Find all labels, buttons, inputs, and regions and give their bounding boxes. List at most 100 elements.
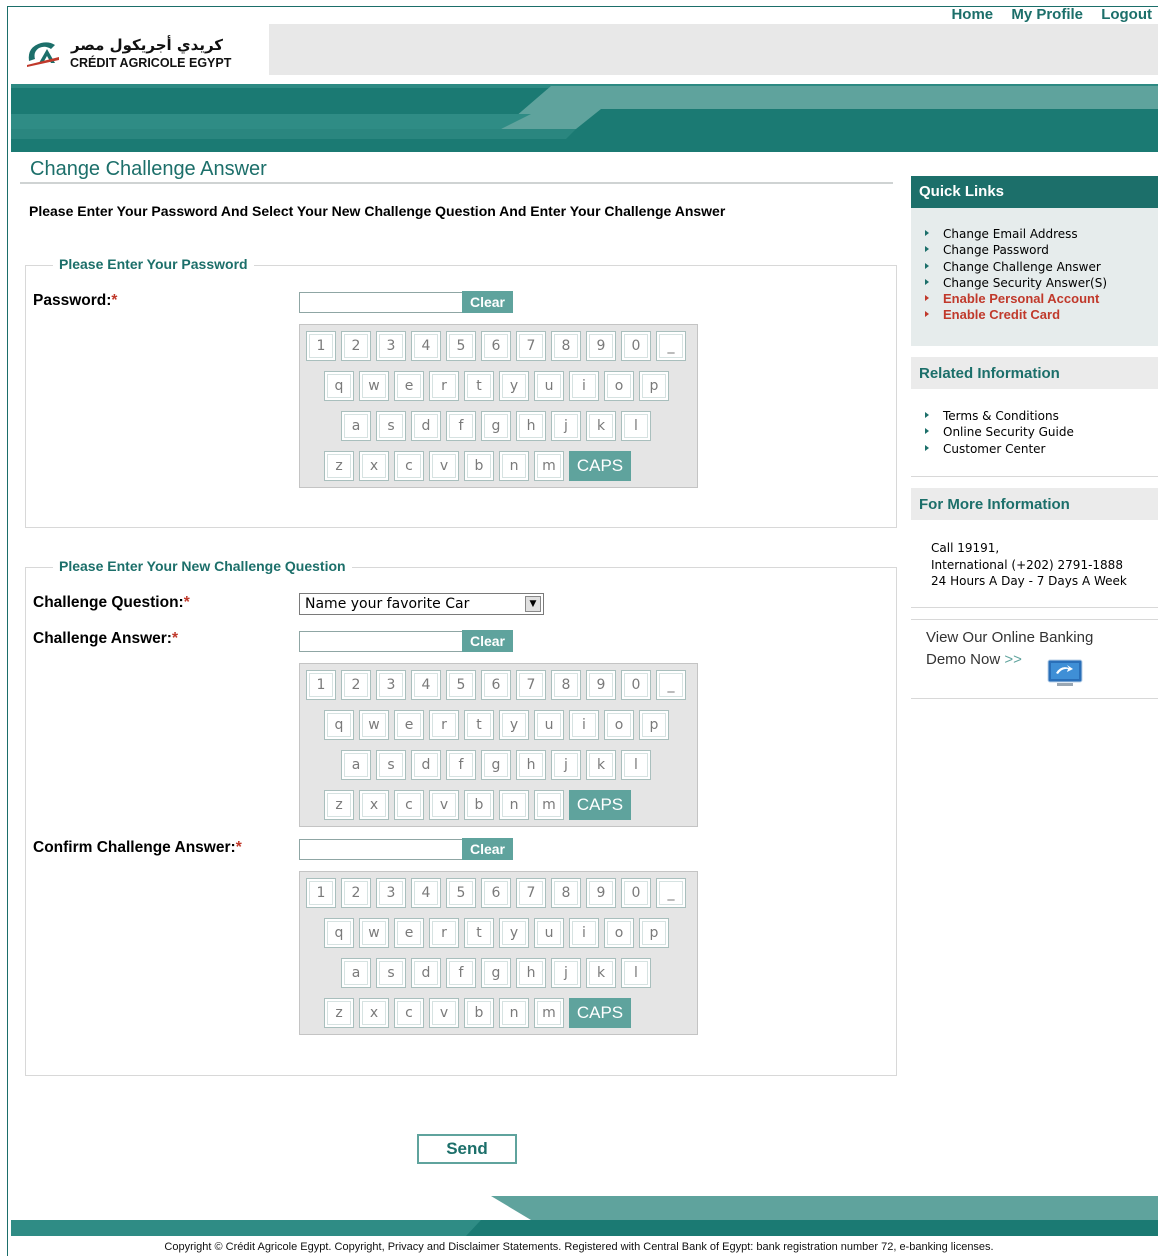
- quick-link-item[interactable]: Change Security Answer(S): [925, 275, 1107, 291]
- demo-panel[interactable]: View Our Online Banking Demo Now >>: [911, 619, 1158, 699]
- key-e[interactable]: e: [394, 710, 424, 740]
- key-6[interactable]: 6: [481, 331, 511, 361]
- key-j[interactable]: j: [551, 750, 581, 780]
- my-profile-link[interactable]: My Profile: [1011, 6, 1083, 23]
- home-link[interactable]: Home: [951, 6, 993, 23]
- key-t[interactable]: t: [464, 371, 494, 401]
- key-x[interactable]: x: [359, 451, 389, 481]
- key-k[interactable]: k: [586, 411, 616, 441]
- key-o[interactable]: o: [604, 710, 634, 740]
- key-1[interactable]: 1: [306, 331, 336, 361]
- key-6[interactable]: 6: [481, 878, 511, 908]
- key-h[interactable]: h: [516, 750, 546, 780]
- key-3[interactable]: 3: [376, 331, 406, 361]
- key-v[interactable]: v: [429, 998, 459, 1028]
- key-5[interactable]: 5: [446, 331, 476, 361]
- key-w[interactable]: w: [359, 918, 389, 948]
- key-q[interactable]: q: [324, 371, 354, 401]
- key-x[interactable]: x: [359, 998, 389, 1028]
- key-t[interactable]: t: [464, 710, 494, 740]
- send-button[interactable]: Send: [417, 1134, 517, 1164]
- key-0[interactable]: 0: [621, 670, 651, 700]
- key-1[interactable]: 1: [306, 878, 336, 908]
- key-v[interactable]: v: [429, 790, 459, 820]
- key-u[interactable]: u: [534, 371, 564, 401]
- key-4[interactable]: 4: [411, 670, 441, 700]
- key-8[interactable]: 8: [551, 670, 581, 700]
- key-g[interactable]: g: [481, 411, 511, 441]
- key-1[interactable]: 1: [306, 670, 336, 700]
- key-9[interactable]: 9: [586, 331, 616, 361]
- key-i[interactable]: i: [569, 710, 599, 740]
- key-0[interactable]: 0: [621, 878, 651, 908]
- key-z[interactable]: z: [324, 451, 354, 481]
- key-f[interactable]: f: [446, 958, 476, 988]
- key-7[interactable]: 7: [516, 878, 546, 908]
- key-u[interactable]: u: [534, 918, 564, 948]
- key-b[interactable]: b: [464, 998, 494, 1028]
- related-info-item[interactable]: Online Security Guide: [925, 424, 1074, 440]
- key-9[interactable]: 9: [586, 670, 616, 700]
- key-h[interactable]: h: [516, 958, 546, 988]
- key-s[interactable]: s: [376, 958, 406, 988]
- key-x[interactable]: x: [359, 790, 389, 820]
- key-f[interactable]: f: [446, 411, 476, 441]
- key-c[interactable]: c: [394, 451, 424, 481]
- key-underscore[interactable]: _: [656, 670, 686, 700]
- key-7[interactable]: 7: [516, 670, 546, 700]
- key-j[interactable]: j: [551, 958, 581, 988]
- key-5[interactable]: 5: [446, 878, 476, 908]
- key-d[interactable]: d: [411, 958, 441, 988]
- challenge-answer-input[interactable]: [299, 631, 464, 652]
- key-4[interactable]: 4: [411, 878, 441, 908]
- key-2[interactable]: 2: [341, 878, 371, 908]
- key-r[interactable]: r: [429, 710, 459, 740]
- key-3[interactable]: 3: [376, 670, 406, 700]
- key-d[interactable]: d: [411, 750, 441, 780]
- key-k[interactable]: k: [586, 958, 616, 988]
- key-l[interactable]: l: [621, 750, 651, 780]
- quick-link-item[interactable]: Enable Credit Card: [925, 307, 1107, 323]
- password-input[interactable]: [299, 292, 464, 313]
- key-i[interactable]: i: [569, 918, 599, 948]
- key-n[interactable]: n: [499, 790, 529, 820]
- key-f[interactable]: f: [446, 750, 476, 780]
- challenge-question-select[interactable]: Name your favorite Car ▼: [299, 593, 544, 615]
- confirm-answer-clear-button[interactable]: Clear: [462, 838, 513, 860]
- key-u[interactable]: u: [534, 710, 564, 740]
- key-e[interactable]: e: [394, 371, 424, 401]
- key-m[interactable]: m: [534, 790, 564, 820]
- key-4[interactable]: 4: [411, 331, 441, 361]
- key-d[interactable]: d: [411, 411, 441, 441]
- key-q[interactable]: q: [324, 710, 354, 740]
- key-a[interactable]: a: [341, 958, 371, 988]
- caps-key[interactable]: CAPS: [569, 998, 631, 1028]
- key-r[interactable]: r: [429, 918, 459, 948]
- key-r[interactable]: r: [429, 371, 459, 401]
- key-p[interactable]: p: [639, 371, 669, 401]
- key-i[interactable]: i: [569, 371, 599, 401]
- password-clear-button[interactable]: Clear: [462, 291, 513, 313]
- key-o[interactable]: o: [604, 371, 634, 401]
- challenge-answer-clear-button[interactable]: Clear: [462, 630, 513, 652]
- key-n[interactable]: n: [499, 451, 529, 481]
- key-q[interactable]: q: [324, 918, 354, 948]
- key-2[interactable]: 2: [341, 331, 371, 361]
- key-g[interactable]: g: [481, 750, 511, 780]
- key-l[interactable]: l: [621, 411, 651, 441]
- quick-link-item[interactable]: Change Challenge Answer: [925, 259, 1107, 275]
- confirm-answer-input[interactable]: [299, 839, 464, 860]
- key-y[interactable]: y: [499, 710, 529, 740]
- key-underscore[interactable]: _: [656, 878, 686, 908]
- key-h[interactable]: h: [516, 411, 546, 441]
- quick-link-item[interactable]: Enable Personal Account: [925, 291, 1107, 307]
- key-w[interactable]: w: [359, 371, 389, 401]
- key-m[interactable]: m: [534, 998, 564, 1028]
- key-5[interactable]: 5: [446, 670, 476, 700]
- key-p[interactable]: p: [639, 710, 669, 740]
- key-g[interactable]: g: [481, 958, 511, 988]
- key-3[interactable]: 3: [376, 878, 406, 908]
- key-n[interactable]: n: [499, 998, 529, 1028]
- key-y[interactable]: y: [499, 371, 529, 401]
- logout-link[interactable]: Logout: [1101, 6, 1152, 23]
